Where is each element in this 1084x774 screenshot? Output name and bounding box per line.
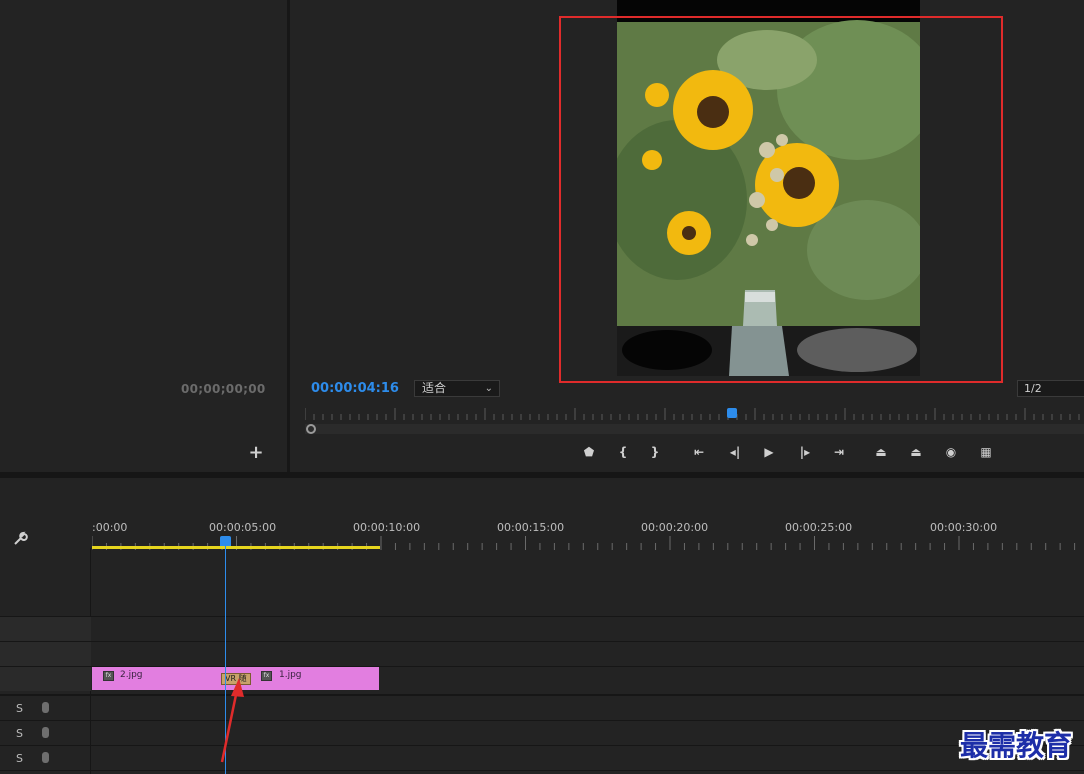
mark-out-icon[interactable]: }: [644, 443, 666, 461]
timeline-playhead[interactable]: [220, 536, 231, 546]
microphone-icon[interactable]: [42, 752, 49, 763]
marker-icon[interactable]: ⬟: [578, 443, 600, 461]
track-header-v2[interactable]: [0, 642, 91, 666]
export-frame-icon[interactable]: ◉: [940, 443, 962, 461]
microphone-icon[interactable]: [42, 702, 49, 713]
annotation-arrow: [220, 678, 244, 763]
ruler-label: 00:00:15:00: [497, 521, 565, 534]
microphone-icon[interactable]: [42, 727, 49, 738]
program-timecode[interactable]: 00:00:04:16: [311, 381, 399, 396]
track-divider: [0, 745, 1084, 746]
comparison-view-icon[interactable]: ▦: [975, 443, 997, 461]
mark-in-icon[interactable]: {: [612, 443, 634, 461]
program-playhead[interactable]: [727, 408, 737, 418]
track-divider: [0, 641, 1084, 642]
watermark: 最需教育: [960, 729, 1073, 762]
track-divider: [0, 694, 1084, 696]
audio-solo-a3[interactable]: S: [16, 752, 23, 765]
zoom-select[interactable]: 适合 ⌄: [414, 380, 500, 397]
audio-solo-a2[interactable]: S: [16, 727, 23, 740]
clip-2-jpg[interactable]: fx 2.jpg: [92, 667, 225, 690]
clip-label: 2.jpg: [120, 670, 143, 680]
highlight-box: [559, 16, 1003, 383]
track-divider: [0, 616, 1084, 617]
ruler-labels: :00:00 00:00:05:00 00:00:10:00 00:00:15:00 0…: [92, 516, 1084, 536]
source-timecode[interactable]: 00;00;00;00: [181, 382, 266, 396]
track-header-v3[interactable]: [0, 617, 91, 641]
resolution-select[interactable]: 1/2: [1017, 380, 1084, 397]
clip-label: 1.jpg: [279, 670, 302, 680]
play-icon[interactable]: ▶: [758, 443, 780, 461]
extract-icon[interactable]: ⏏: [905, 443, 927, 461]
add-button[interactable]: +: [248, 444, 264, 462]
scroll-handle[interactable]: [306, 424, 316, 434]
lift-icon[interactable]: ⏏: [870, 443, 892, 461]
ruler-label: 00:00:10:00: [353, 521, 421, 534]
track-header-v1[interactable]: [0, 667, 91, 691]
go-to-out-icon[interactable]: ⇥: [828, 443, 850, 461]
ruler-label: 00:00:20:00: [641, 521, 709, 534]
ruler-label: 00:00:05:00: [209, 521, 277, 534]
track-divider: [0, 720, 1084, 721]
zoom-select-value: 适合: [422, 381, 447, 395]
step-back-icon[interactable]: ◂|: [724, 443, 746, 461]
step-forward-icon[interactable]: |▸: [794, 443, 816, 461]
audio-solo-a1[interactable]: S: [16, 702, 23, 715]
program-scroll-bar[interactable]: [305, 424, 1084, 434]
chevron-down-icon: ⌄: [484, 383, 493, 394]
go-to-in-icon[interactable]: ⇤: [688, 443, 710, 461]
ruler-label: 00:00:30:00: [930, 521, 998, 534]
wrench-icon[interactable]: [12, 531, 28, 547]
ruler-label: :00:00: [92, 521, 128, 534]
fx-icon: fx: [103, 671, 114, 681]
program-mini-ruler[interactable]: [305, 406, 1084, 420]
track-divider: [0, 770, 1084, 771]
source-monitor-panel: [0, 0, 287, 472]
fx-icon: fx: [261, 671, 272, 681]
ruler-label: 00:00:25:00: [785, 521, 853, 534]
work-area-bar[interactable]: [92, 546, 380, 549]
